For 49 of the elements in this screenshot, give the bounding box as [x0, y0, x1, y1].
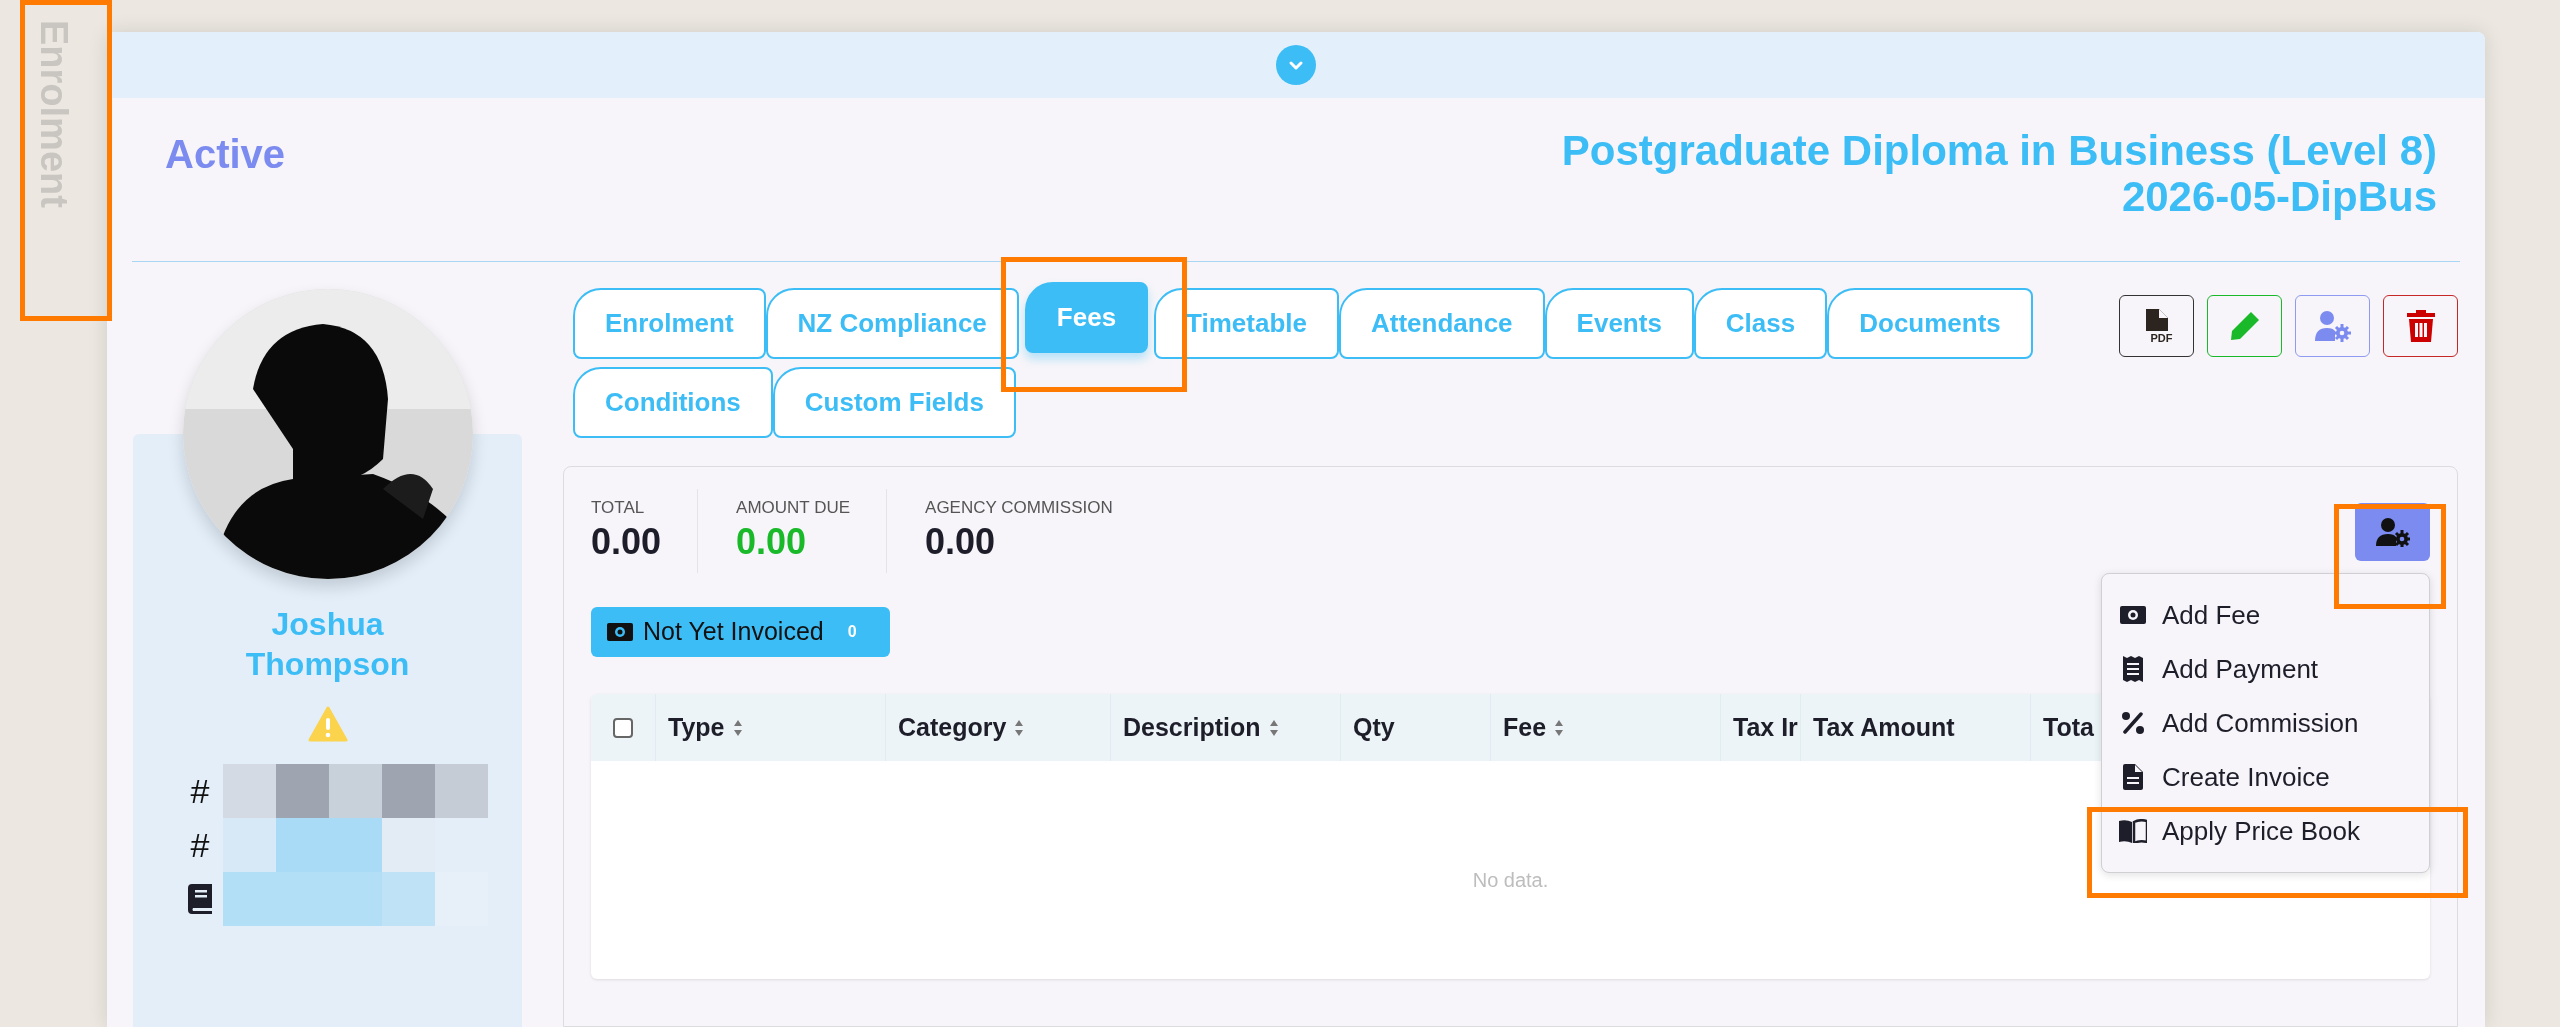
- trash-icon: [2406, 310, 2435, 342]
- stat-label: TOTAL: [591, 497, 646, 519]
- column-header[interactable]: Category: [898, 708, 1007, 747]
- select-all-checkbox[interactable]: [613, 717, 633, 738]
- menu-item[interactable]: Add Commission: [2102, 696, 2429, 750]
- chevron-down-icon[interactable]: [1276, 45, 1316, 85]
- column-header: Tax Ir: [1733, 711, 1798, 743]
- hash-symbol: #: [190, 770, 210, 812]
- course-title: Postgraduate Diploma in Business (Level 8): [1561, 128, 2437, 174]
- filter-count: 0: [847, 622, 857, 642]
- book-icon: [2119, 819, 2147, 843]
- percent-icon: [2122, 712, 2144, 734]
- receipt-icon: [2123, 656, 2143, 682]
- column-header: Qty: [1353, 711, 1395, 743]
- book-icon: [188, 884, 212, 914]
- column-header: Tax Amount: [1813, 711, 1955, 743]
- filter-label: Not Yet Invoiced: [643, 616, 824, 648]
- empty-message: No data.: [1472, 868, 1549, 893]
- hash-symbol: #: [190, 824, 210, 866]
- money-icon: [2120, 606, 2146, 624]
- stat-value: 0.00: [925, 520, 997, 564]
- status-label: Active: [165, 131, 286, 178]
- pencil-icon: [2228, 310, 2261, 342]
- manage-user-button[interactable]: [2295, 295, 2370, 357]
- file-icon: [2123, 764, 2143, 790]
- not-yet-invoiced-button[interactable]: Not Yet Invoiced 0: [591, 607, 890, 657]
- money-icon: [607, 623, 633, 641]
- course-code: 2026-05-DipBus: [2121, 174, 2437, 220]
- column-header[interactable]: Type: [668, 708, 725, 747]
- file-icon: [2145, 308, 2168, 331]
- column-header[interactable]: Description: [1123, 708, 1261, 747]
- stat-label: AMOUNT DUE: [736, 497, 851, 519]
- stat-value: 0.00: [736, 520, 808, 564]
- user-gear-icon: [2314, 310, 2351, 342]
- stat-value: 0.00: [591, 520, 662, 564]
- manage-button[interactable]: [2355, 503, 2430, 561]
- user-gear-icon: [2375, 517, 2410, 547]
- column-header: Tota: [2043, 711, 2094, 743]
- edit-button[interactable]: [2207, 295, 2282, 357]
- delete-button[interactable]: [2383, 295, 2458, 357]
- menu-item[interactable]: Create Invoice: [2102, 750, 2429, 804]
- menu-item[interactable]: Add Fee: [2102, 588, 2429, 642]
- pdf-label: PDF: [2150, 331, 2173, 344]
- student-name: Joshua Thompson: [244, 605, 411, 684]
- column-header[interactable]: Fee: [1503, 708, 1547, 747]
- menu-item[interactable]: Add Payment: [2102, 642, 2429, 696]
- menu-item[interactable]: Apply Price Book: [2102, 804, 2429, 858]
- stat-label: AGENCY COMMISSION: [925, 497, 1113, 519]
- pdf-button[interactable]: PDF: [2119, 295, 2194, 357]
